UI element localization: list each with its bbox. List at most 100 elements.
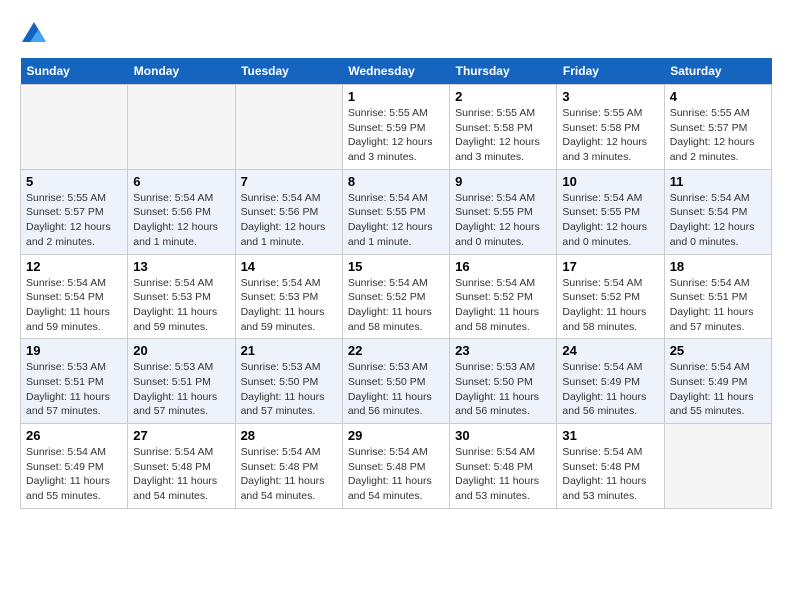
calendar-cell: 20 Sunrise: 5:53 AM Sunset: 5:51 PM Dayli… [128, 339, 235, 424]
day-info: Sunrise: 5:54 AM Sunset: 5:54 PM Dayligh… [26, 276, 122, 335]
calendar-cell: 7Sunrise: 5:54 AM Sunset: 5:56 PM Daylig… [235, 169, 342, 254]
day-info: Sunrise: 5:54 AM Sunset: 5:48 PM Dayligh… [562, 445, 658, 504]
day-number: 15 [348, 259, 444, 274]
calendar-cell: 10 Sunrise: 5:54 AM Sunset: 5:55 PM Dayli… [557, 169, 664, 254]
day-info: Sunrise: 5:54 AM Sunset: 5:48 PM Dayligh… [241, 445, 337, 504]
day-info: Sunrise: 5:54 AM Sunset: 5:49 PM Dayligh… [26, 445, 122, 504]
weekday-header-sunday: Sunday [21, 58, 128, 85]
day-info: Sunrise: 5:54 AM Sunset: 5:56 PM Dayligh… [133, 191, 229, 250]
day-info: Sunrise: 5:54 AM Sunset: 5:52 PM Dayligh… [562, 276, 658, 335]
day-number: 10 [562, 174, 658, 189]
day-number: 13 [133, 259, 229, 274]
calendar-cell: 22 Sunrise: 5:53 AM Sunset: 5:50 PM Dayli… [342, 339, 449, 424]
day-info: Sunrise: 5:54 AM Sunset: 5:52 PM Dayligh… [455, 276, 551, 335]
day-number: 9 [455, 174, 551, 189]
calendar-cell [21, 85, 128, 170]
calendar-week-row: 5 Sunrise: 5:55 AM Sunset: 5:57 PM Daylig… [21, 169, 772, 254]
day-info: Sunrise: 5:53 AM Sunset: 5:50 PM Dayligh… [455, 360, 551, 419]
calendar-cell: 31 Sunrise: 5:54 AM Sunset: 5:48 PM Dayli… [557, 424, 664, 509]
calendar-cell [664, 424, 771, 509]
day-info: Sunrise: 5:54 AM Sunset: 5:55 PM Dayligh… [455, 191, 551, 250]
calendar-week-row: 19 Sunrise: 5:53 AM Sunset: 5:51 PM Dayli… [21, 339, 772, 424]
calendar-cell [128, 85, 235, 170]
day-info: Sunrise: 5:55 AM Sunset: 5:57 PM Dayligh… [26, 191, 122, 250]
day-number: 23 [455, 343, 551, 358]
calendar-cell: 17 Sunrise: 5:54 AM Sunset: 5:52 PM Dayli… [557, 254, 664, 339]
calendar-cell: 3 Sunrise: 5:55 AM Sunset: 5:58 PM Daylig… [557, 85, 664, 170]
day-info: Sunrise: 5:54 AM Sunset: 5:55 PM Dayligh… [562, 191, 658, 250]
weekday-header-wednesday: Wednesday [342, 58, 449, 85]
calendar-cell: 25 Sunrise: 5:54 AM Sunset: 5:49 PM Dayli… [664, 339, 771, 424]
day-info: Sunrise: 5:54 AM Sunset: 5:48 PM Dayligh… [133, 445, 229, 504]
day-info: Sunrise: 5:54 AM Sunset: 5:52 PM Dayligh… [348, 276, 444, 335]
day-info: Sunrise: 5:53 AM Sunset: 5:50 PM Dayligh… [348, 360, 444, 419]
day-number: 11 [670, 174, 766, 189]
day-number: 30 [455, 428, 551, 443]
day-number: 22 [348, 343, 444, 358]
day-number: 5 [26, 174, 122, 189]
day-info: Sunrise: 5:55 AM Sunset: 5:59 PM Dayligh… [348, 106, 444, 165]
calendar-cell: 30Sunrise: 5:54 AM Sunset: 5:48 PM Dayli… [450, 424, 557, 509]
calendar-cell: 28 Sunrise: 5:54 AM Sunset: 5:48 PM Dayli… [235, 424, 342, 509]
calendar-cell [235, 85, 342, 170]
calendar-cell: 16 Sunrise: 5:54 AM Sunset: 5:52 PM Dayli… [450, 254, 557, 339]
weekday-header-tuesday: Tuesday [235, 58, 342, 85]
calendar-cell: 19 Sunrise: 5:53 AM Sunset: 5:51 PM Dayli… [21, 339, 128, 424]
day-info: Sunrise: 5:53 AM Sunset: 5:50 PM Dayligh… [241, 360, 337, 419]
calendar-cell: 18Sunrise: 5:54 AM Sunset: 5:51 PM Dayli… [664, 254, 771, 339]
day-info: Sunrise: 5:53 AM Sunset: 5:51 PM Dayligh… [133, 360, 229, 419]
calendar-cell: 21 Sunrise: 5:53 AM Sunset: 5:50 PM Dayli… [235, 339, 342, 424]
weekday-header-monday: Monday [128, 58, 235, 85]
day-number: 6 [133, 174, 229, 189]
calendar-cell: 12 Sunrise: 5:54 AM Sunset: 5:54 PM Dayli… [21, 254, 128, 339]
day-number: 4 [670, 89, 766, 104]
calendar-cell: 26 Sunrise: 5:54 AM Sunset: 5:49 PM Dayli… [21, 424, 128, 509]
day-number: 16 [455, 259, 551, 274]
day-number: 20 [133, 343, 229, 358]
day-number: 17 [562, 259, 658, 274]
calendar-cell: 5 Sunrise: 5:55 AM Sunset: 5:57 PM Daylig… [21, 169, 128, 254]
day-number: 27 [133, 428, 229, 443]
day-info: Sunrise: 5:55 AM Sunset: 5:57 PM Dayligh… [670, 106, 766, 165]
calendar-cell: 8 Sunrise: 5:54 AM Sunset: 5:55 PM Daylig… [342, 169, 449, 254]
logo [20, 20, 52, 48]
day-number: 25 [670, 343, 766, 358]
calendar-cell: 6 Sunrise: 5:54 AM Sunset: 5:56 PM Daylig… [128, 169, 235, 254]
day-info: Sunrise: 5:55 AM Sunset: 5:58 PM Dayligh… [562, 106, 658, 165]
day-number: 2 [455, 89, 551, 104]
calendar-table: SundayMondayTuesdayWednesdayThursdayFrid… [20, 58, 772, 509]
day-number: 1 [348, 89, 444, 104]
day-number: 7 [241, 174, 337, 189]
day-number: 8 [348, 174, 444, 189]
day-info: Sunrise: 5:55 AM Sunset: 5:58 PM Dayligh… [455, 106, 551, 165]
weekday-header-row: SundayMondayTuesdayWednesdayThursdayFrid… [21, 58, 772, 85]
day-info: Sunrise: 5:54 AM Sunset: 5:53 PM Dayligh… [133, 276, 229, 335]
calendar-cell: 14 Sunrise: 5:54 AM Sunset: 5:53 PM Dayli… [235, 254, 342, 339]
day-number: 19 [26, 343, 122, 358]
calendar-cell: 4 Sunrise: 5:55 AM Sunset: 5:57 PM Daylig… [664, 85, 771, 170]
calendar-cell: 29Sunrise: 5:54 AM Sunset: 5:48 PM Dayli… [342, 424, 449, 509]
day-number: 12 [26, 259, 122, 274]
day-info: Sunrise: 5:54 AM Sunset: 5:53 PM Dayligh… [241, 276, 337, 335]
day-info: Sunrise: 5:54 AM Sunset: 5:54 PM Dayligh… [670, 191, 766, 250]
day-number: 18 [670, 259, 766, 274]
day-number: 31 [562, 428, 658, 443]
day-number: 14 [241, 259, 337, 274]
calendar-week-row: 1 Sunrise: 5:55 AM Sunset: 5:59 PM Daylig… [21, 85, 772, 170]
calendar-week-row: 12 Sunrise: 5:54 AM Sunset: 5:54 PM Dayli… [21, 254, 772, 339]
calendar-cell: 24 Sunrise: 5:54 AM Sunset: 5:49 PM Dayli… [557, 339, 664, 424]
day-info: Sunrise: 5:54 AM Sunset: 5:49 PM Dayligh… [562, 360, 658, 419]
day-info: Sunrise: 5:54 AM Sunset: 5:49 PM Dayligh… [670, 360, 766, 419]
day-number: 21 [241, 343, 337, 358]
day-number: 24 [562, 343, 658, 358]
calendar-cell: 15 Sunrise: 5:54 AM Sunset: 5:52 PM Dayli… [342, 254, 449, 339]
day-info: Sunrise: 5:54 AM Sunset: 5:48 PM Dayligh… [348, 445, 444, 504]
calendar-cell: 1 Sunrise: 5:55 AM Sunset: 5:59 PM Daylig… [342, 85, 449, 170]
logo-icon [20, 20, 48, 48]
day-number: 28 [241, 428, 337, 443]
day-info: Sunrise: 5:53 AM Sunset: 5:51 PM Dayligh… [26, 360, 122, 419]
day-info: Sunrise: 5:54 AM Sunset: 5:55 PM Dayligh… [348, 191, 444, 250]
day-number: 3 [562, 89, 658, 104]
day-number: 26 [26, 428, 122, 443]
calendar-cell: 23 Sunrise: 5:53 AM Sunset: 5:50 PM Dayli… [450, 339, 557, 424]
